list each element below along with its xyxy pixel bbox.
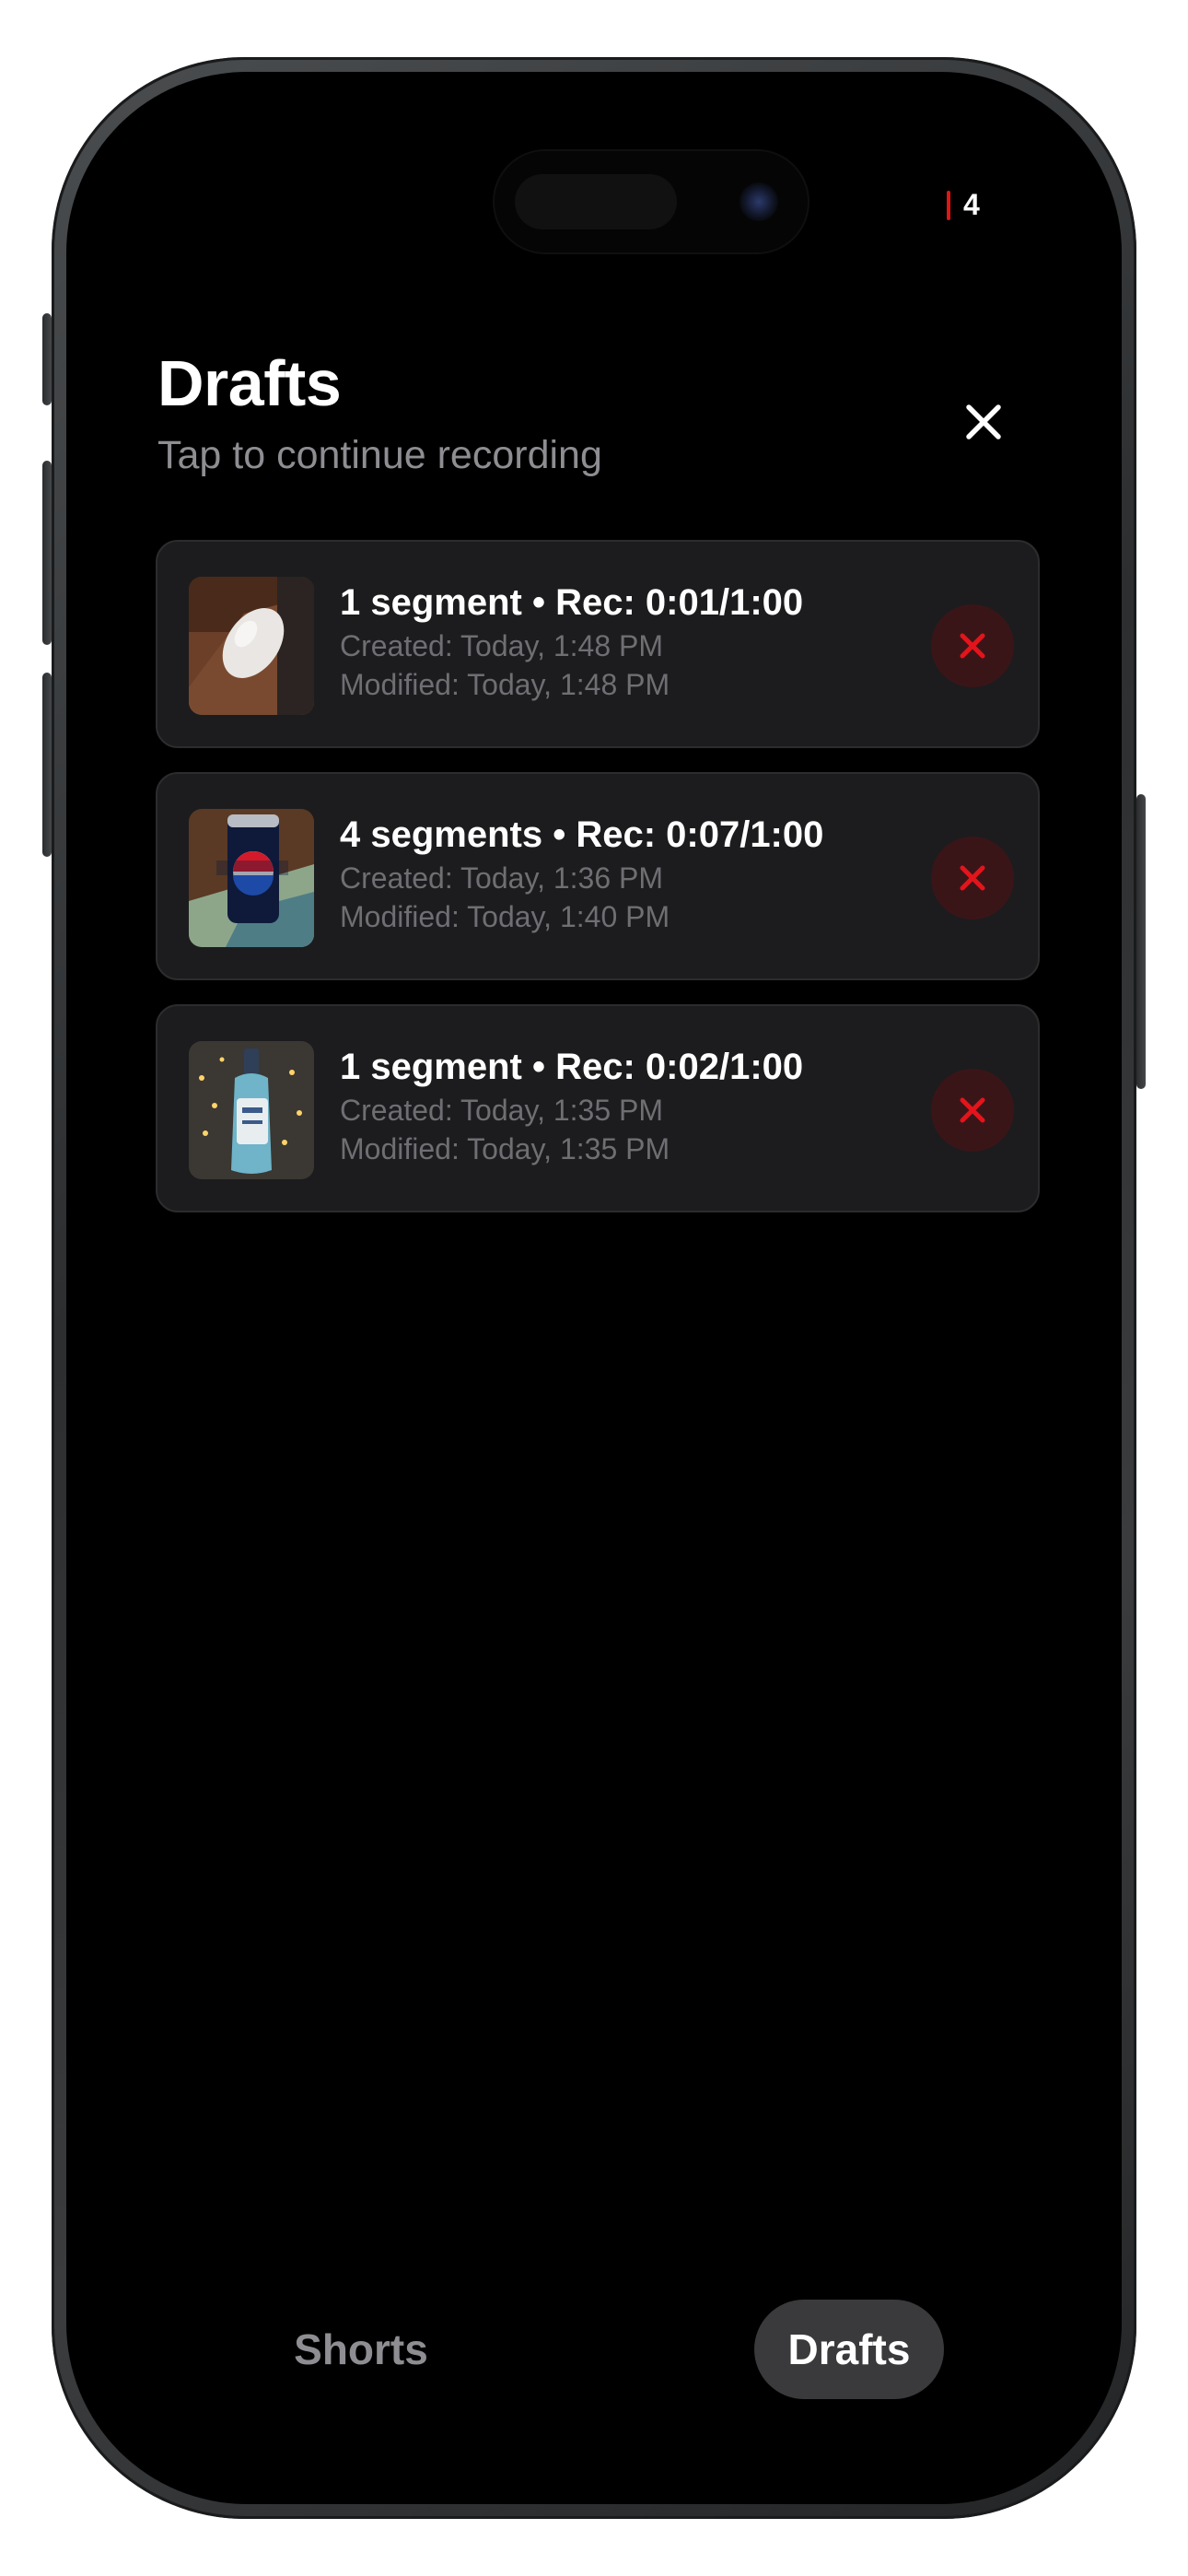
- tab-drafts[interactable]: Drafts: [754, 2300, 944, 2399]
- draft-modified: Modified: Today, 1:48 PM: [340, 668, 670, 701]
- bezel: 4 Drafts Tap to continue recording 1 seg…: [66, 72, 1122, 2504]
- draft-title: 1 segment • Rec: 0:02/1:00: [340, 1047, 804, 1087]
- draft-thumbnail: [189, 1041, 314, 1179]
- page-title: Drafts: [157, 347, 342, 419]
- recording-indicator-bar: [947, 190, 950, 220]
- delete-draft-button[interactable]: [931, 837, 1014, 919]
- draft-thumbnail: [189, 809, 314, 947]
- front-camera: [740, 182, 778, 221]
- island-indicator: [515, 174, 677, 229]
- draft-thumbnail: [189, 577, 314, 715]
- draft-card[interactable]: 1 segment • Rec: 0:02/1:00 Created: Toda…: [156, 1004, 1040, 1212]
- close-button[interactable]: [947, 385, 1020, 459]
- delete-x-icon: [960, 1097, 985, 1123]
- draft-created: Created: Today, 1:48 PM: [340, 629, 664, 662]
- draft-card[interactable]: 1 segment • Rec: 0:01/1:00 Created: Toda…: [156, 540, 1040, 748]
- drafts-list: 1 segment • Rec: 0:01/1:00 Created: Toda…: [156, 540, 1040, 1236]
- draft-card[interactable]: 4 segments • Rec: 0:07/1:00 Created: Tod…: [156, 772, 1040, 980]
- power-button: [1136, 794, 1146, 1089]
- volume-down-button: [42, 673, 52, 857]
- draft-created: Created: Today, 1:35 PM: [340, 1094, 664, 1127]
- screen: 4 Drafts Tap to continue recording 1 seg…: [112, 118, 1076, 2458]
- recording-status: 4: [947, 188, 980, 222]
- close-icon: [966, 404, 1001, 439]
- delete-draft-button[interactable]: [931, 604, 1014, 687]
- draft-title: 1 segment • Rec: 0:01/1:00: [340, 582, 804, 623]
- volume-up-button: [42, 461, 52, 645]
- delete-draft-button[interactable]: [931, 1069, 1014, 1152]
- action-button: [42, 313, 52, 405]
- bottom-tab-bar: Shorts Drafts: [112, 2300, 1076, 2399]
- draft-title: 4 segments • Rec: 0:07/1:00: [340, 814, 824, 855]
- dynamic-island: [495, 151, 808, 252]
- draft-created: Created: Today, 1:36 PM: [340, 861, 664, 895]
- delete-x-icon: [960, 865, 985, 891]
- delete-x-icon: [960, 633, 985, 659]
- recording-count: 4: [963, 188, 980, 221]
- phone-frame: 4 Drafts Tap to continue recording 1 seg…: [42, 57, 1146, 2519]
- tab-shorts[interactable]: Shorts: [250, 2300, 472, 2399]
- page-subtitle: Tap to continue recording: [157, 433, 602, 477]
- draft-modified: Modified: Today, 1:35 PM: [340, 1132, 670, 1165]
- draft-modified: Modified: Today, 1:40 PM: [340, 900, 670, 933]
